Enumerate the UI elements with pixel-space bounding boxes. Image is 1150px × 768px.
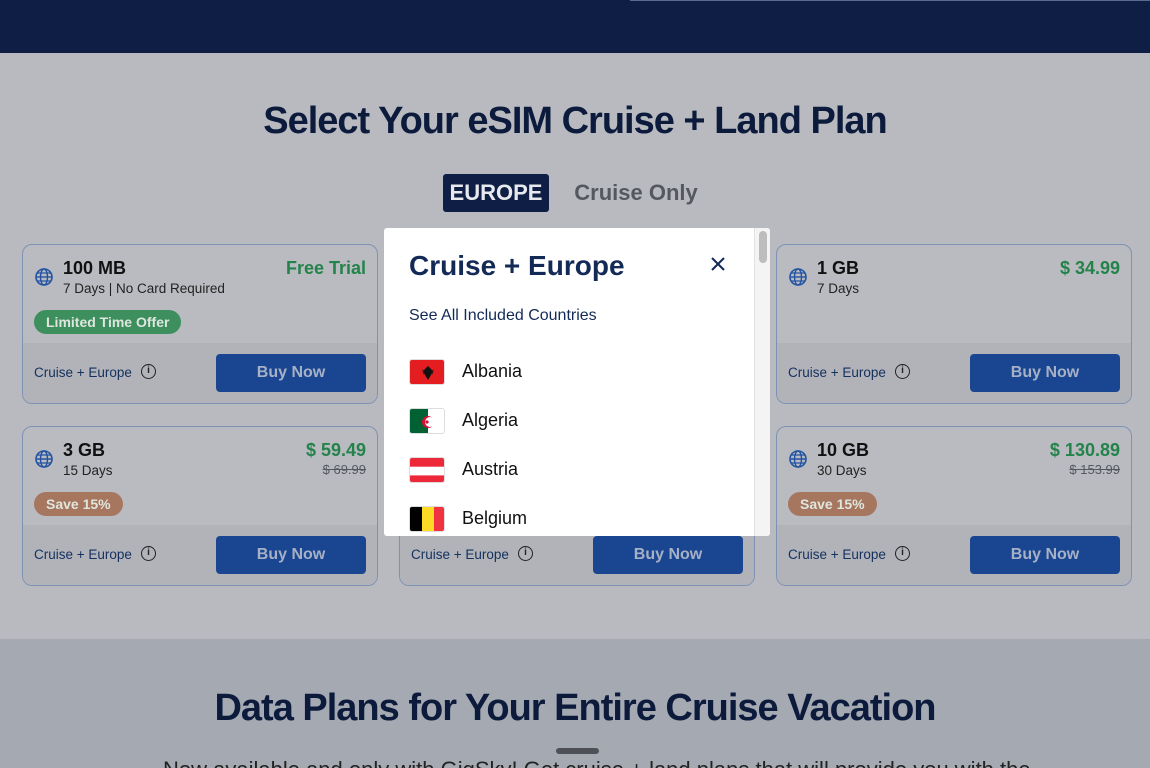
plan-data-amount: 3 GB: [63, 440, 106, 460]
info-icon[interactable]: i: [895, 364, 910, 379]
country-item-albania: Albania: [409, 357, 709, 387]
region-label: Cruise + Europe: [411, 547, 509, 562]
card-footer: Cruise + Europe i Buy Now: [777, 343, 1131, 403]
plan-price: $ 34.99: [1059, 258, 1120, 278]
country-name: Albania: [462, 361, 523, 381]
section-description: Now available and only with GigSky! Get …: [163, 757, 1031, 768]
albania-flag-icon: [409, 359, 445, 385]
close-icon: [711, 257, 725, 271]
plan-duration: 7 Days: [817, 281, 860, 296]
top-nav-divider: [630, 0, 1150, 1]
buy-now-button[interactable]: Buy Now: [593, 536, 743, 574]
scrollbar-thumb[interactable]: [759, 231, 767, 263]
countries-modal: Cruise + Europe See All Included Countri…: [384, 228, 770, 536]
page-title: Select Your eSIM Cruise + Land Plan: [0, 100, 1150, 143]
page-title-bold: Cruise + Land: [561, 100, 802, 142]
buy-now-button[interactable]: Buy Now: [970, 354, 1120, 392]
plan-duration: 30 Days: [817, 463, 867, 478]
region-label: Cruise + Europe: [34, 547, 132, 562]
globe-icon: [789, 450, 807, 468]
region-label: Cruise + Europe: [788, 547, 886, 562]
drag-handle[interactable]: [556, 748, 599, 754]
savings-badge: Save 15%: [788, 492, 877, 516]
plan-card-1gb: 1 GB 7 Days $ 34.99 Cruise + Europe i Bu…: [776, 244, 1132, 404]
offer-badge: Limited Time Offer: [34, 310, 182, 334]
plan-price: Free Trial: [285, 258, 366, 278]
algeria-flag-icon: [409, 408, 445, 434]
card-footer: Cruise + Europe i Buy Now: [23, 343, 377, 403]
modal-title: Cruise + Europe: [409, 250, 625, 281]
plan-card-100mb: 100 MB 7 Days | No Card Required Free Tr…: [22, 244, 378, 404]
section-title: Data Plans for Your Entire Cruise Vacati…: [214, 687, 936, 729]
info-icon[interactable]: i: [141, 364, 156, 379]
close-button[interactable]: [708, 254, 728, 274]
plan-original-price: $ 153.99: [1069, 462, 1120, 477]
plan-data-amount: 10 GB: [817, 440, 870, 460]
page-title-suffix: Plan: [800, 100, 888, 142]
plan-original-price: $ 69.99: [322, 462, 366, 477]
country-name: Austria: [462, 459, 519, 479]
page-title-prefix: Select Your eSIM: [263, 100, 562, 142]
savings-badge: Save 15%: [34, 492, 123, 516]
country-item-austria: Austria: [409, 455, 709, 485]
region-label: Cruise + Europe: [788, 365, 886, 380]
top-nav-bar: [0, 0, 1150, 53]
country-name: Algeria: [462, 410, 519, 430]
card-footer: Cruise + Europe i Buy Now: [23, 525, 377, 585]
country-item-belgium: Belgium: [409, 504, 709, 534]
tab-europe[interactable]: EUROPE: [443, 174, 549, 212]
tab-cruise-only[interactable]: Cruise Only: [566, 174, 706, 212]
belgium-flag-icon: [409, 506, 445, 532]
plan-card-3gb: 3 GB 15 Days $ 59.49 $ 69.99 Save 15% Cr…: [22, 426, 378, 586]
info-icon[interactable]: i: [141, 546, 156, 561]
region-label: Cruise + Europe: [34, 365, 132, 380]
card-footer: Cruise + Europe i Buy Now: [777, 525, 1131, 585]
globe-icon: [35, 450, 53, 468]
globe-icon: [789, 268, 807, 286]
buy-now-button[interactable]: Buy Now: [216, 354, 366, 392]
info-icon[interactable]: i: [518, 546, 533, 561]
buy-now-button[interactable]: Buy Now: [216, 536, 366, 574]
plan-data-amount: 1 GB: [817, 258, 860, 278]
country-name: Belgium: [462, 508, 528, 528]
plan-data-amount: 100 MB: [63, 258, 127, 278]
modal-scrollbar[interactable]: [754, 228, 770, 536]
plan-duration: 7 Days | No Card Required: [63, 281, 225, 296]
info-icon[interactable]: i: [895, 546, 910, 561]
plan-price: $ 130.89: [1049, 440, 1120, 460]
austria-flag-icon: [409, 457, 445, 483]
globe-icon: [35, 268, 53, 286]
plan-card-10gb: 10 GB 30 Days $ 130.89 $ 153.99 Save 15%…: [776, 426, 1132, 586]
country-item-algeria: Algeria: [409, 406, 709, 436]
plan-price: $ 59.49: [305, 440, 366, 460]
plan-duration: 15 Days: [63, 463, 113, 478]
see-all-countries-link[interactable]: See All Included Countries: [409, 307, 597, 325]
buy-now-button[interactable]: Buy Now: [970, 536, 1120, 574]
